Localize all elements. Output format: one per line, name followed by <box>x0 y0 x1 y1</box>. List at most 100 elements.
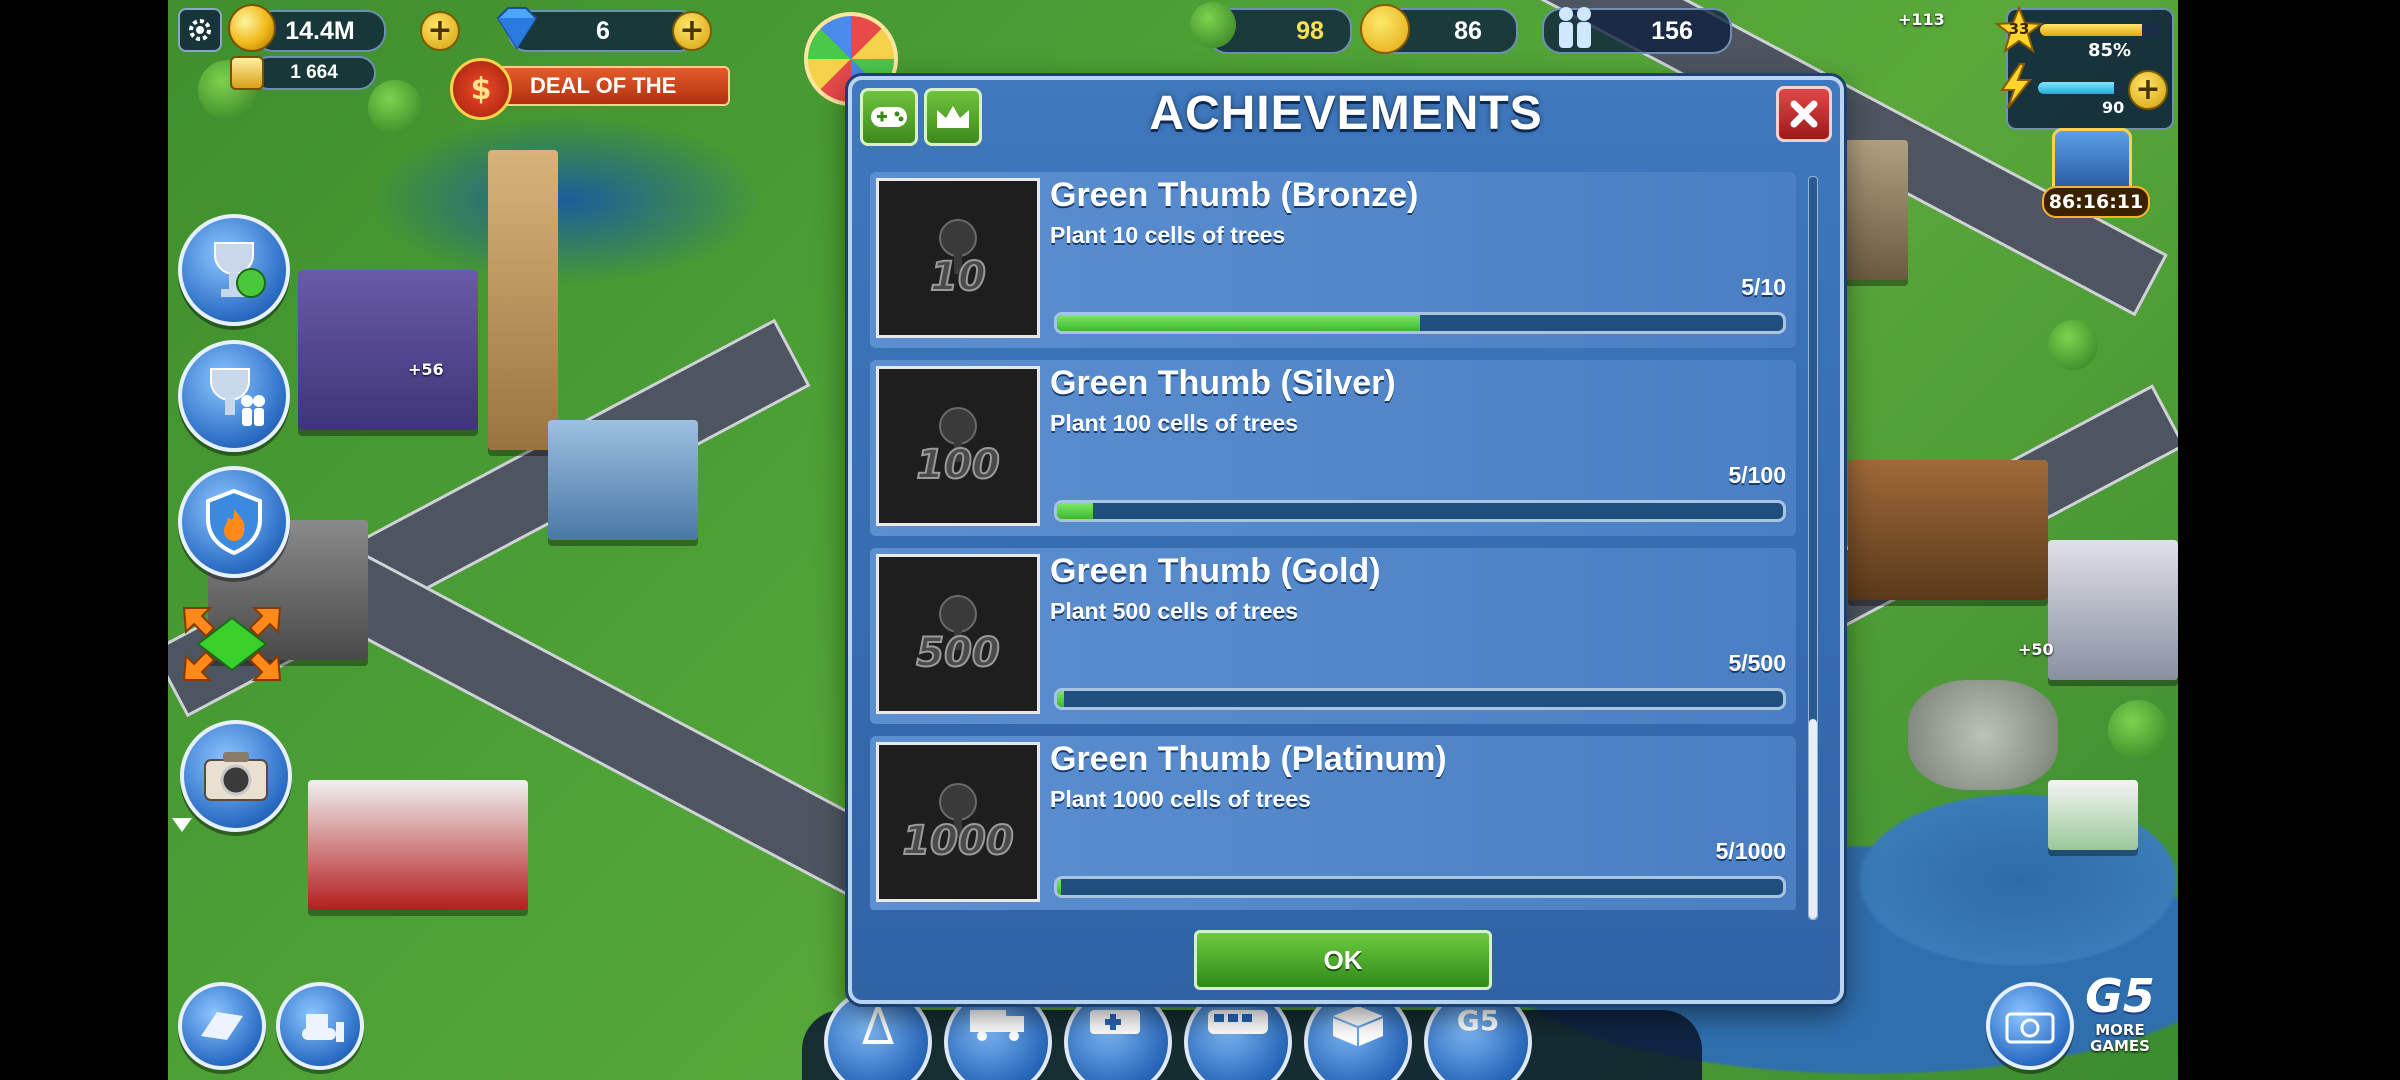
energy-value: 90 <box>2102 98 2125 117</box>
expand-territory-button[interactable] <box>180 596 284 692</box>
diamond-icon <box>496 7 538 50</box>
chest-timer-value: 86:16:11 <box>2048 191 2144 213</box>
achievement-title: Green Thumb (Bronze) <box>1050 176 1419 214</box>
achievement-progress-count: 5/500 <box>1728 650 1786 676</box>
achievement-row: 1000 Green Thumb (Platinum) Plant 1000 c… <box>870 736 1796 910</box>
achievement-row: 500 Green Thumb (Gold) Plant 500 cells o… <box>870 548 1796 724</box>
achievement-badge: 500 <box>876 554 1040 714</box>
more-games-button[interactable]: G5 MORE GAMES <box>2072 970 2168 1066</box>
achievement-progress-count: 5/100 <box>1728 462 1786 488</box>
level-value: 33 <box>2008 20 2030 38</box>
treasure-chest-icon[interactable] <box>2052 128 2132 192</box>
achievement-description: Plant 1000 cells of trees <box>1050 786 1311 812</box>
bulldozer-button[interactable] <box>276 982 364 1070</box>
xp-bar-fill <box>2040 24 2142 36</box>
bulldozer-icon <box>302 1014 344 1042</box>
scrollbar[interactable] <box>1808 176 1818 920</box>
gold-bars-value: 1 664 <box>290 62 338 83</box>
income-popup[interactable]: +113 <box>1898 10 1945 29</box>
achievement-title: Green Thumb (Gold) <box>1050 552 1381 590</box>
achievement-progress-count: 5/1000 <box>1715 838 1786 864</box>
ambulance-icon <box>1090 1010 1140 1034</box>
achievement-description: Plant 100 cells of trees <box>1050 410 1299 436</box>
achievement-title: Green Thumb (Platinum) <box>1050 740 1447 778</box>
add-coins-button[interactable]: + <box>420 11 460 51</box>
clock-tower[interactable] <box>488 150 558 450</box>
badge-number: 1000 <box>901 817 1014 865</box>
income-popup[interactable]: +50 <box>2018 640 2054 659</box>
chest-timer: 86:16:11 <box>2042 186 2150 218</box>
lightning-icon <box>2000 63 2033 109</box>
water-plant[interactable] <box>2048 540 2178 680</box>
achievement-list[interactable]: 10 Green Thumb (Bronze) Plant 10 cells o… <box>870 172 1796 910</box>
achievement-progress-bar <box>1054 876 1786 898</box>
achievement-description: Plant 500 cells of trees <box>1050 598 1299 624</box>
fire-station[interactable] <box>308 780 528 910</box>
tree-icon <box>1190 2 1236 48</box>
achievement-badge: 10 <box>876 178 1040 338</box>
ok-button[interactable]: OK <box>1194 930 1492 990</box>
gold-bar-icon <box>230 56 264 90</box>
progress-bar-fill <box>1057 315 1420 331</box>
achievement-badge: 1000 <box>876 742 1040 902</box>
trophy-tree-icon <box>214 242 266 298</box>
trophy-people-icon <box>210 368 265 426</box>
tree <box>2108 700 2168 760</box>
box-icon <box>1333 1006 1383 1046</box>
rock-pile <box>1908 680 2058 790</box>
add-energy-button[interactable]: + <box>2128 70 2168 110</box>
screenshot-button[interactable] <box>1986 982 2074 1070</box>
city-view[interactable]: +56 +113 +50 14.4M + 1 664 6 + DEAL OF T… <box>168 0 2178 1080</box>
tv-station[interactable] <box>298 270 478 430</box>
oil-rig-icon <box>862 1004 894 1044</box>
deal-banner-label: DEAL OF THE <box>530 73 677 98</box>
scrollbar-thumb[interactable] <box>1809 719 1817 919</box>
close-button[interactable] <box>1776 86 1832 142</box>
achievement-badge: 100 <box>876 366 1040 526</box>
badge-number: 500 <box>915 629 1000 677</box>
photo-mode-button[interactable] <box>180 720 292 832</box>
achievement-progress-bar <box>1054 688 1786 710</box>
achievement-progress-bar <box>1054 500 1786 522</box>
truck-icon <box>970 1010 1024 1041</box>
fire-safety-button[interactable] <box>178 466 290 578</box>
achievement-row: 100 Green Thumb (Silver) Plant 100 cells… <box>870 360 1796 536</box>
xp-percent: 85% <box>2088 40 2132 61</box>
collapse-arrow-icon[interactable] <box>172 818 192 832</box>
achievements-population-button[interactable] <box>178 340 290 452</box>
xp-bar <box>2040 24 2160 36</box>
achievements-dialog: ACHIEVEMENTS 10 Green Thumb (Bronze) Pla… <box>848 76 1844 1004</box>
badge-number: 10 <box>929 253 987 301</box>
camera-icon <box>204 752 268 801</box>
tree <box>368 80 422 134</box>
sawmill[interactable] <box>1848 460 2048 600</box>
gold-bars-counter: 1 664 <box>252 56 376 90</box>
coins-value: 14.4M <box>285 16 355 45</box>
g5-logo: G5 <box>2085 969 2155 1023</box>
trees-value: 98 <box>1296 16 1324 45</box>
achievement-progress-count: 5/10 <box>1741 274 1786 300</box>
office-building[interactable] <box>548 420 698 540</box>
progress-bar-fill <box>1057 879 1062 895</box>
achievement-title: Green Thumb (Silver) <box>1050 364 1396 402</box>
energy-bar-fill <box>2038 82 2114 94</box>
people-icon <box>1559 7 1591 48</box>
camera-icon <box>2005 1012 2055 1044</box>
income-popup[interactable]: +56 <box>408 360 444 379</box>
pavilion[interactable] <box>2048 780 2138 850</box>
achievement-description: Plant 10 cells of trees <box>1050 222 1286 248</box>
close-icon <box>1790 100 1818 128</box>
progress-bar-fill <box>1057 691 1065 707</box>
road-build-button[interactable] <box>178 982 266 1070</box>
coin-stack-icon <box>228 4 276 52</box>
happiness-value: 86 <box>1454 16 1482 45</box>
dialog-title: ACHIEVEMENTS <box>1149 87 1543 140</box>
achievement-progress-bar <box>1054 312 1786 334</box>
achievements-trees-button[interactable] <box>178 214 290 326</box>
road-icon <box>201 1012 243 1040</box>
tree <box>2048 320 2098 370</box>
add-gems-button[interactable]: + <box>672 11 712 51</box>
smiley-icon <box>1360 4 1410 54</box>
progress-bar-fill <box>1057 503 1094 519</box>
settings-button[interactable] <box>178 8 222 52</box>
